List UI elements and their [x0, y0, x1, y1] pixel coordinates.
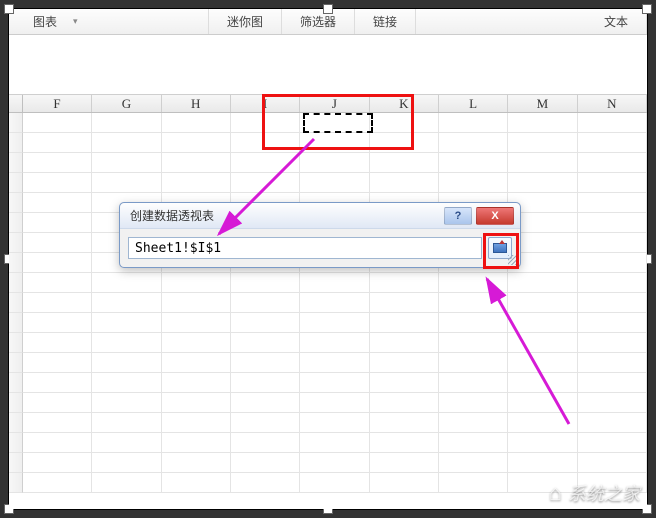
help-icon: ?	[455, 210, 462, 222]
ribbon-group-charts[interactable]: 图表	[9, 9, 209, 34]
ribbon-group-filter[interactable]: 筛选器	[282, 9, 355, 34]
dialog-body	[120, 229, 520, 267]
grid[interactable]	[9, 113, 647, 493]
dialog-resize-grip[interactable]	[508, 255, 518, 265]
ribbon-group-links[interactable]: 链接	[355, 9, 416, 34]
watermark: ⌂ 系统之家	[549, 480, 640, 506]
collapse-icon	[493, 243, 507, 253]
blank-gap	[9, 35, 647, 95]
select-all-corner[interactable]	[9, 95, 23, 112]
ribbon-label: 迷你图	[227, 13, 263, 30]
watermark-text: 系统之家	[568, 480, 640, 506]
resize-handle[interactable]	[642, 4, 652, 14]
column-header[interactable]: H	[162, 95, 231, 112]
dialog-title-text: 创建数据透视表	[130, 207, 214, 224]
column-header[interactable]: N	[578, 95, 647, 112]
column-header[interactable]: F	[23, 95, 92, 112]
column-header[interactable]: M	[508, 95, 577, 112]
column-header[interactable]: I	[231, 95, 300, 112]
dialog-close-button[interactable]: X	[476, 207, 514, 225]
column-header[interactable]: J	[300, 95, 369, 112]
dialog-help-button[interactable]: ?	[444, 207, 472, 225]
dialog-titlebar[interactable]: 创建数据透视表 ? X	[120, 203, 520, 229]
resize-handle[interactable]	[323, 4, 333, 14]
ribbon-label: 文本	[604, 13, 628, 30]
watermark-logo-icon: ⌂	[549, 480, 562, 506]
range-input[interactable]	[128, 237, 482, 259]
column-header-row: F G H I J K L M N	[9, 95, 647, 113]
ribbon-label: 图表	[33, 13, 57, 30]
sheet-area: F G H I J K L M N	[9, 35, 647, 509]
create-pivot-dialog[interactable]: 创建数据透视表 ? X	[119, 202, 521, 268]
column-header[interactable]: L	[439, 95, 508, 112]
ribbon-group-text[interactable]: 文本	[586, 9, 647, 34]
column-header[interactable]: K	[370, 95, 439, 112]
app-frame: 图表 迷你图 筛选器 链接 文本 F G H I J K L M N	[8, 8, 648, 510]
ribbon-label: 筛选器	[300, 13, 336, 30]
close-icon: X	[491, 210, 498, 222]
ribbon-label: 链接	[373, 13, 397, 30]
column-header[interactable]: G	[92, 95, 161, 112]
resize-handle[interactable]	[4, 4, 14, 14]
ribbon-group-sparklines[interactable]: 迷你图	[209, 9, 282, 34]
